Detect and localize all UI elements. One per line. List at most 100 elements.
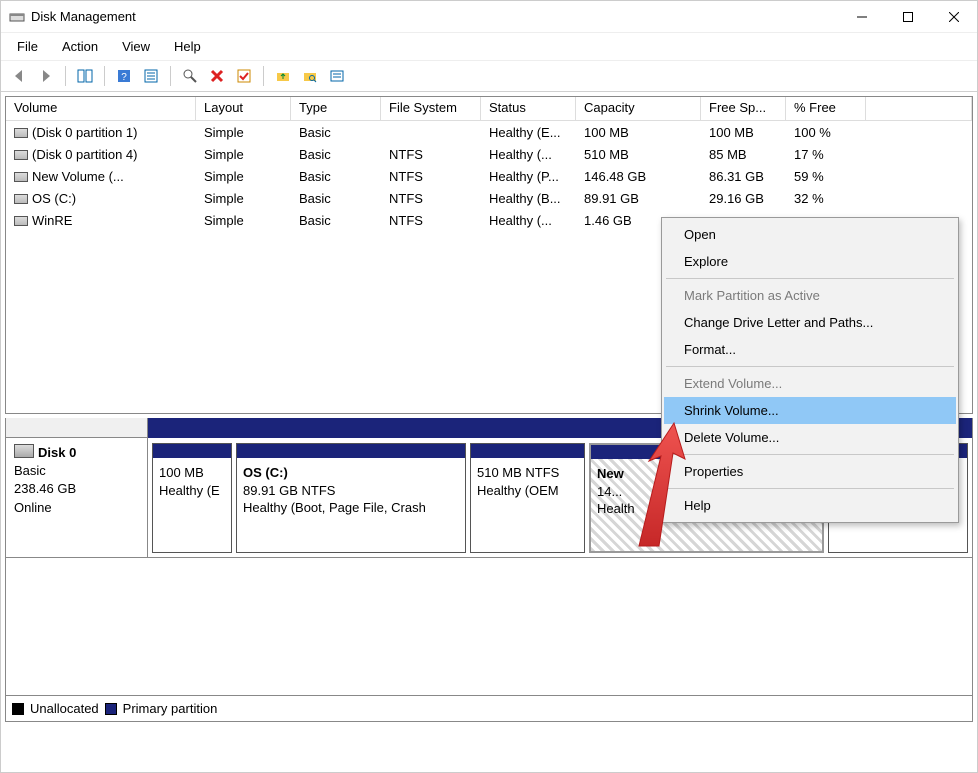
partition-title: OS (C:) [243, 464, 459, 482]
volume-row[interactable]: OS (C:)SimpleBasicNTFSHealthy (B...89.91… [6, 187, 972, 209]
ctx-change-letter[interactable]: Change Drive Letter and Paths... [664, 309, 956, 336]
legend-primary-swatch [105, 703, 117, 715]
partition-line2: Healthy (OEM [477, 482, 578, 500]
col-free[interactable]: Free Sp... [701, 97, 786, 120]
volume-icon [14, 216, 28, 226]
legend: Unallocated Primary partition [5, 696, 973, 722]
volume-status: Healthy (... [481, 211, 576, 230]
volume-pct: 32 % [786, 189, 866, 208]
col-layout[interactable]: Layout [196, 97, 291, 120]
forward-icon[interactable] [34, 64, 58, 88]
volume-pct: 59 % [786, 167, 866, 186]
col-status[interactable]: Status [481, 97, 576, 120]
volume-type: Basic [291, 211, 381, 230]
partition-box[interactable]: 510 MB NTFSHealthy (OEM [470, 443, 585, 553]
ctx-separator [666, 278, 954, 279]
list-icon[interactable] [325, 64, 349, 88]
titlebar: Disk Management [1, 1, 977, 33]
volume-name: (Disk 0 partition 1) [32, 125, 137, 140]
svg-text:?: ? [121, 72, 127, 83]
window-title: Disk Management [31, 9, 839, 24]
volume-layout: Simple [196, 189, 291, 208]
find-icon[interactable] [178, 64, 202, 88]
col-fs[interactable]: File System [381, 97, 481, 120]
volume-status: Healthy (E... [481, 123, 576, 142]
volume-name: New Volume (... [32, 169, 124, 184]
separator [170, 66, 171, 86]
volume-status: Healthy (B... [481, 189, 576, 208]
empty-panel [5, 558, 973, 696]
ctx-extend: Extend Volume... [664, 370, 956, 397]
ctx-properties[interactable]: Properties [664, 458, 956, 485]
volume-icon [14, 194, 28, 204]
volume-icon [14, 172, 28, 182]
partition-line1: 100 MB [159, 464, 225, 482]
ctx-help[interactable]: Help [664, 492, 956, 519]
volume-type: Basic [291, 189, 381, 208]
volume-capacity: 146.48 GB [576, 167, 701, 186]
properties-icon[interactable] [139, 64, 163, 88]
partition-stripe [153, 444, 231, 458]
volume-row[interactable]: (Disk 0 partition 1)SimpleBasicHealthy (… [6, 121, 972, 143]
window-controls [839, 2, 977, 32]
volume-status: Healthy (P... [481, 167, 576, 186]
ctx-shrink[interactable]: Shrink Volume... [664, 397, 956, 424]
close-button[interactable] [931, 2, 977, 32]
ctx-format[interactable]: Format... [664, 336, 956, 363]
col-pct[interactable]: % Free [786, 97, 866, 120]
menu-view[interactable]: View [112, 35, 160, 58]
partition-stripe [471, 444, 584, 458]
volume-list-header: Volume Layout Type File System Status Ca… [6, 97, 972, 121]
menubar: File Action View Help [1, 33, 977, 60]
volume-free: 100 MB [701, 123, 786, 142]
disk-icon [14, 444, 34, 458]
minimize-button[interactable] [839, 2, 885, 32]
menu-help[interactable]: Help [164, 35, 211, 58]
volume-capacity: 100 MB [576, 123, 701, 142]
back-icon[interactable] [7, 64, 31, 88]
disk-label[interactable]: Disk 0 Basic 238.46 GB Online [6, 418, 148, 557]
check-icon[interactable] [232, 64, 256, 88]
disk-stripe [6, 418, 147, 438]
volume-layout: Simple [196, 145, 291, 164]
volume-type: Basic [291, 145, 381, 164]
partition-box[interactable]: 100 MBHealthy (E [152, 443, 232, 553]
ctx-open[interactable]: Open [664, 221, 956, 248]
volume-capacity: 89.91 GB [576, 189, 701, 208]
volume-icon [14, 150, 28, 160]
volume-layout: Simple [196, 123, 291, 142]
legend-unallocated-label: Unallocated [30, 701, 99, 716]
volume-row[interactable]: (Disk 0 partition 4)SimpleBasicNTFSHealt… [6, 143, 972, 165]
maximize-button[interactable] [885, 2, 931, 32]
volume-fs: NTFS [381, 189, 481, 208]
disk-name: Disk 0 [38, 445, 76, 460]
volume-row[interactable]: New Volume (...SimpleBasicNTFSHealthy (P… [6, 165, 972, 187]
partition-line1: 89.91 GB NTFS [243, 482, 459, 500]
panels-icon[interactable] [73, 64, 97, 88]
col-extra[interactable] [866, 97, 972, 120]
col-volume[interactable]: Volume [6, 97, 196, 120]
ctx-explore[interactable]: Explore [664, 248, 956, 275]
ctx-delete[interactable]: Delete Volume... [664, 424, 956, 451]
volume-free: 85 MB [701, 145, 786, 164]
volume-free: 86.31 GB [701, 167, 786, 186]
partition-box[interactable]: OS (C:)89.91 GB NTFSHealthy (Boot, Page … [236, 443, 466, 553]
disk-size: 238.46 GB [14, 480, 139, 498]
volume-icon [14, 128, 28, 138]
partition-line1: 510 MB NTFS [477, 464, 578, 482]
ctx-mark-active: Mark Partition as Active [664, 282, 956, 309]
folder-search-icon[interactable] [298, 64, 322, 88]
context-menu: Open Explore Mark Partition as Active Ch… [661, 217, 959, 523]
col-capacity[interactable]: Capacity [576, 97, 701, 120]
menu-action[interactable]: Action [52, 35, 108, 58]
ctx-separator [666, 488, 954, 489]
folder-up-icon[interactable] [271, 64, 295, 88]
separator [263, 66, 264, 86]
col-type[interactable]: Type [291, 97, 381, 120]
volume-status: Healthy (... [481, 145, 576, 164]
ctx-separator [666, 454, 954, 455]
menu-file[interactable]: File [7, 35, 48, 58]
help-icon[interactable]: ? [112, 64, 136, 88]
toolbar: ? [1, 60, 977, 92]
delete-icon[interactable] [205, 64, 229, 88]
